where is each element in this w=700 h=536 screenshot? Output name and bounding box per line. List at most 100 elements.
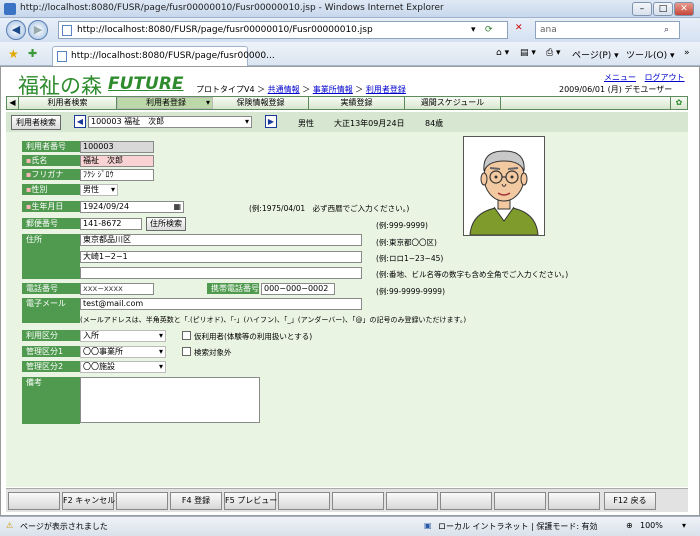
search-icon[interactable]: ⌕: [664, 25, 669, 35]
menu-scroll-left[interactable]: ◀: [7, 97, 19, 109]
address-label: 住所: [22, 234, 80, 280]
prev-user-icon[interactable]: ◀: [74, 115, 86, 128]
name-label: ▪氏名: [22, 155, 80, 167]
elderly-man-illustration: [469, 150, 539, 236]
search-input[interactable]: ana ⌕: [535, 21, 680, 39]
close-button[interactable]: ✕: [674, 2, 694, 16]
minimize-button[interactable]: –: [632, 2, 652, 16]
menu-item-user-registration[interactable]: 利用者登録: [117, 97, 213, 109]
add-favorite-icon[interactable]: ✚: [28, 47, 37, 60]
favorites-star-icon[interactable]: ★: [8, 47, 19, 61]
dropdown-icon[interactable]: ▾: [471, 25, 476, 35]
user-photo: [463, 136, 545, 236]
zoom-level[interactable]: 100%: [640, 521, 663, 530]
menu-link[interactable]: メニュー: [604, 73, 636, 82]
address-toolbar: ◀ ▶ http://localhost:8080/FUSR/page/fusr…: [0, 18, 700, 42]
f5-preview-button[interactable]: F5 プレビュー: [224, 492, 277, 510]
app-menu-bar: ◀ 利用者検索 利用者登録 保険情報登録 実績登録 週間スケジュール ✿: [6, 96, 688, 110]
remarks-label: 備考: [22, 377, 80, 425]
breadcrumb-common[interactable]: 共通情報: [268, 85, 300, 94]
address-search-button[interactable]: 住所検索: [146, 217, 186, 231]
breadcrumb: プロトタイプV4 ＞ 共通情報 ＞ 事業所情報 ＞ 利用者登録: [196, 85, 406, 94]
back-button[interactable]: ◀: [6, 20, 26, 40]
f12-back-button[interactable]: F12 戻る: [604, 492, 656, 510]
refresh-icon[interactable]: ⟳: [485, 25, 493, 35]
intranet-icon: ▣: [424, 521, 432, 530]
feed-icon[interactable]: ▤ ▾: [520, 48, 536, 58]
zip-field[interactable]: 141-8672: [80, 218, 142, 230]
user-no-label: 利用者番号: [22, 141, 80, 153]
mobile-field[interactable]: 000−000−0002: [261, 283, 335, 295]
exclude-text: 検索対象外: [194, 348, 232, 357]
address-text: http://localhost:8080/FUSR/page/fusr0000…: [77, 25, 373, 35]
menu-item-insurance[interactable]: 保険情報登録: [213, 97, 309, 109]
name-field[interactable]: 福祉 次郎: [80, 155, 154, 167]
browser-tab[interactable]: http://localhost:8080/FUSR/page/fusr0000…: [52, 46, 275, 66]
help-icon[interactable]: »: [684, 48, 690, 58]
address1-note: (例:東京都〇〇区): [376, 238, 437, 247]
exclude-checkbox[interactable]: [182, 347, 191, 356]
fkey-f7[interactable]: [332, 492, 384, 510]
fkey-f11[interactable]: [548, 492, 600, 510]
browser-tab-bar: ★ ✚ http://localhost:8080/FUSR/page/fusr…: [0, 42, 700, 66]
fkey-f3[interactable]: [116, 492, 168, 510]
zoom-icon[interactable]: ⊕: [626, 521, 633, 530]
use-type-select[interactable]: 入所: [80, 330, 166, 342]
stop-icon[interactable]: ✕: [515, 23, 523, 33]
user-no-field: 100003: [80, 141, 154, 153]
page-menu[interactable]: ページ(P) ▾: [572, 48, 619, 61]
status-text: ページが表示されました: [20, 522, 108, 531]
info-icon: ⚠: [6, 521, 14, 530]
menu-item-weekly-schedule[interactable]: 週間スケジュール: [405, 97, 501, 109]
user-search-button[interactable]: 利用者検索: [11, 115, 61, 130]
zoom-dropdown-icon[interactable]: ▾: [682, 521, 686, 530]
email-label: 電子メール: [22, 298, 80, 324]
phone-field[interactable]: xxx−xxxx: [80, 283, 154, 295]
f2-cancel-button[interactable]: F2 キャンセル: [62, 492, 115, 510]
forward-button[interactable]: ▶: [28, 20, 48, 40]
kana-field[interactable]: ﾌｸｼ ｼﾞﾛｳ: [80, 169, 154, 181]
patient-gender: 男性: [298, 119, 314, 128]
remarks-textarea[interactable]: [80, 377, 260, 423]
menu-item-user-search[interactable]: 利用者検索: [19, 97, 117, 109]
menu-item-results[interactable]: 実績登録: [309, 97, 405, 109]
tools-menu[interactable]: ツール(O) ▾: [626, 48, 675, 61]
gender-select[interactable]: 男性: [80, 184, 118, 196]
next-user-icon[interactable]: ▶: [265, 115, 277, 128]
mgmt1-select[interactable]: 〇〇事業所: [80, 346, 166, 358]
maximize-button[interactable]: □: [653, 2, 673, 16]
print-icon[interactable]: ⎙ ▾: [546, 48, 561, 58]
search-value: ana: [540, 25, 557, 35]
calendar-icon[interactable]: ▦: [173, 202, 181, 212]
user-select[interactable]: 100003 福祉 次郎 ▾: [88, 116, 252, 128]
home-icon[interactable]: ⌂ ▾: [496, 48, 509, 58]
use-type-label: 利用区分: [22, 330, 80, 342]
ie-icon: [4, 3, 16, 15]
address-line-1[interactable]: 東京都品川区: [80, 234, 362, 246]
fkey-f6[interactable]: [278, 492, 330, 510]
menu-extra-icon[interactable]: ✿: [671, 97, 687, 109]
email-note: (メールアドレスは、半角英数と「.(ピリオド)、「-」(ハイフン)、「_」(アン…: [80, 316, 467, 324]
address-line-3[interactable]: [80, 267, 362, 279]
dob-field[interactable]: 1924/09/24 ▦: [80, 201, 184, 213]
f4-register-button[interactable]: F4 登録: [170, 492, 222, 510]
fkey-f10[interactable]: [494, 492, 546, 510]
window-title: http://localhost:8080/FUSR/page/fusr0000…: [20, 3, 444, 13]
temp-user-checkbox[interactable]: [182, 331, 191, 340]
temp-user-text: 仮利用者(体験等の利用扱いとする): [194, 332, 313, 341]
logout-link[interactable]: ログアウト: [645, 73, 685, 82]
menu-empty: [501, 97, 671, 109]
tab-page-icon: [57, 51, 67, 62]
address-bar[interactable]: http://localhost:8080/FUSR/page/fusr0000…: [58, 21, 508, 39]
mgmt2-select[interactable]: 〇〇施設: [80, 361, 166, 373]
zip-note: (例:999-9999): [376, 221, 428, 230]
address3-note: (例:番地、ビル名等の数字も含め全角でご入力ください。): [376, 270, 569, 279]
breadcrumb-user-registration[interactable]: 利用者登録: [366, 85, 406, 94]
dob-note: (例:1975/04/01 必ず西暦でご入力ください。): [249, 204, 410, 213]
breadcrumb-office[interactable]: 事業所情報: [313, 85, 353, 94]
fkey-f8[interactable]: [386, 492, 438, 510]
email-field[interactable]: test@mail.com: [80, 298, 362, 310]
fkey-f9[interactable]: [440, 492, 492, 510]
fkey-f1[interactable]: [8, 492, 60, 510]
address-line-2[interactable]: 大崎1−2−1: [80, 251, 362, 263]
